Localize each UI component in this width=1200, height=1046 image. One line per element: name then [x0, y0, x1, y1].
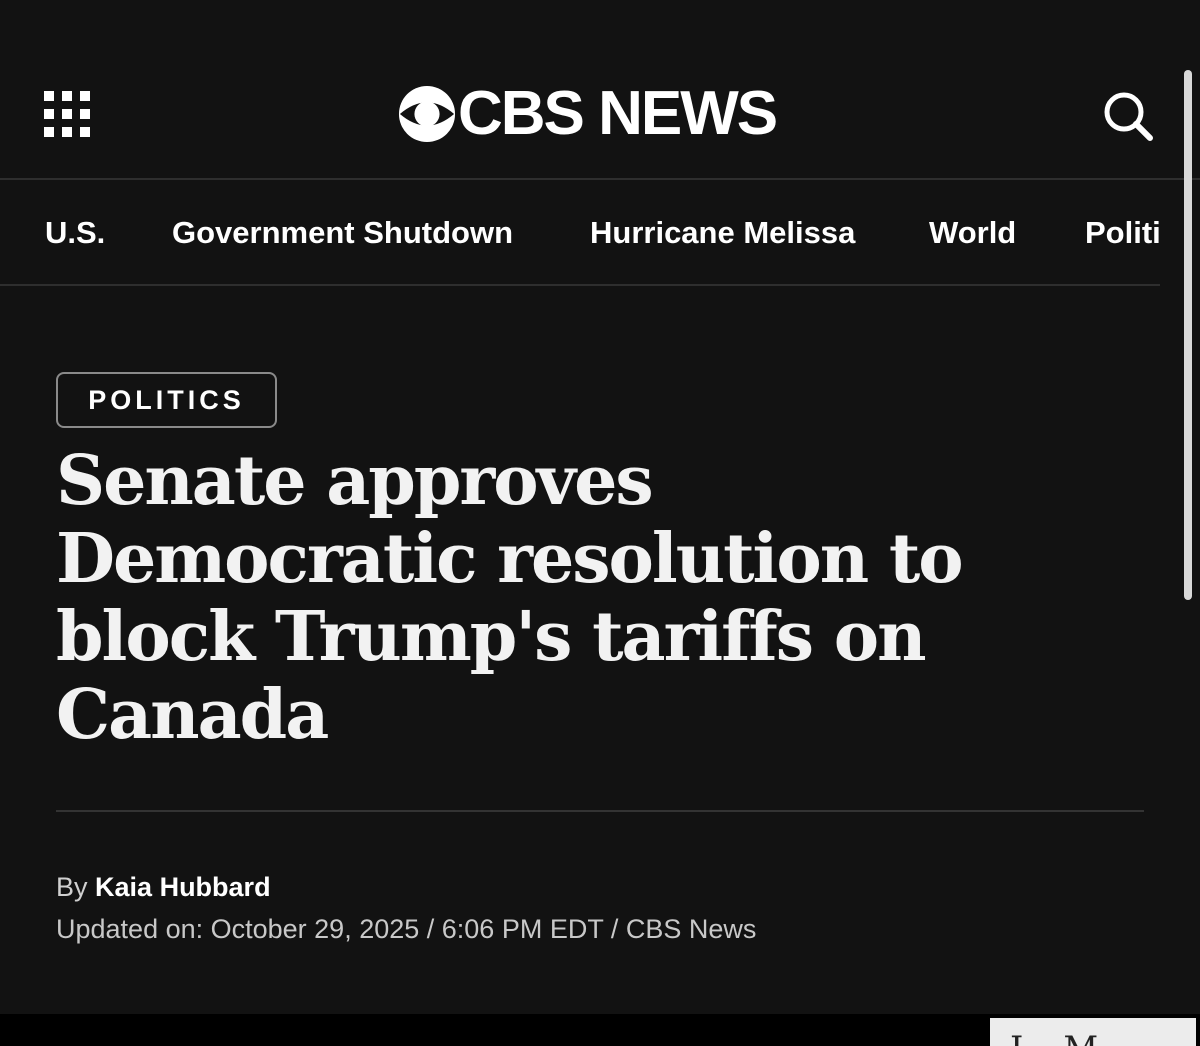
nav-item-government-shutdown[interactable]: Government Shutdown [172, 212, 513, 254]
byline-prefix: By [56, 872, 88, 902]
cbs-eye-icon [398, 85, 456, 143]
page-scrollbar[interactable] [1184, 70, 1192, 600]
cbs-news-logo[interactable]: CBS NEWS [398, 79, 808, 148]
article-headline: Senate approves Democratic resolution to… [56, 441, 964, 755]
nav-item-us[interactable]: U.S. [45, 212, 105, 254]
author-link[interactable]: Kaia Hubbard [95, 872, 271, 902]
category-tag[interactable]: POLITICS [56, 372, 277, 428]
search-icon[interactable] [1100, 88, 1156, 144]
logo-text: CBS NEWS [458, 79, 778, 148]
nav-item-hurricane-melissa[interactable]: Hurricane Melissa [590, 212, 855, 254]
divider [56, 810, 1144, 812]
grid-menu-icon[interactable] [44, 91, 90, 137]
updated-timestamp: Updated on: October 29, 2025 / 6:06 PM E… [56, 914, 757, 944]
bottom-card-text: L M [1010, 1032, 1108, 1046]
section-nav: U.S. Government Shutdown Hurricane Melis… [0, 182, 1160, 286]
bottom-ad-card[interactable]: L M [990, 1018, 1196, 1046]
site-header: CBS NEWS [0, 0, 1200, 180]
nav-item-world[interactable]: World [929, 212, 1016, 254]
byline: By Kaia Hubbard [56, 870, 271, 904]
nav-item-politics[interactable]: Politi [1085, 212, 1160, 254]
scrollbar-thumb[interactable] [1184, 70, 1192, 600]
